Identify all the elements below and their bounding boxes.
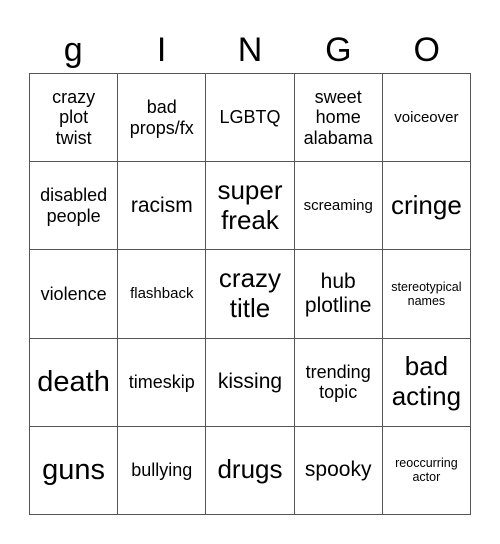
- bingo-cell[interactable]: crazy title: [206, 250, 295, 339]
- bingo-grid: crazy plot twist bad props/fx LGBTQ sweet h…: [29, 73, 471, 515]
- bingo-cell[interactable]: voiceover: [382, 74, 471, 163]
- bingo-cell[interactable]: spooky: [294, 426, 383, 515]
- bingo-cell[interactable]: cringe: [382, 162, 471, 251]
- bingo-cell-text: crazy title: [218, 263, 282, 323]
- bingo-cell-text: sweet home alabama: [303, 86, 373, 148]
- bingo-cell-text: screaming: [303, 197, 373, 215]
- bingo-cell-text: racism: [130, 193, 193, 217]
- header-letter: g: [63, 31, 83, 69]
- bingo-cell[interactable]: trending topic: [294, 338, 383, 427]
- header-letter: I: [156, 31, 167, 69]
- bingo-cell-text: trending topic: [305, 361, 371, 403]
- bingo-cell[interactable]: crazy plot twist: [30, 74, 119, 163]
- bingo-cell[interactable]: LGBTQ: [206, 74, 295, 163]
- bingo-cell-text: bad props/fx: [129, 96, 194, 138]
- bingo-cell[interactable]: stereotypical names: [382, 250, 471, 339]
- header-letter: N: [237, 31, 263, 69]
- bingo-cell-text: bad acting: [391, 351, 462, 412]
- bingo-cell-text: LGBTQ: [219, 107, 281, 128]
- bingo-cell-text: spooky: [304, 458, 372, 482]
- bingo-cell-text: flashback: [130, 285, 194, 303]
- bingo-cell[interactable]: disabled people: [30, 162, 119, 251]
- bingo-cell[interactable]: violence: [30, 250, 119, 339]
- bingo-cell-text: kissing: [217, 370, 283, 394]
- bingo-cell-text: guns: [42, 453, 106, 486]
- bingo-header: g I N G O: [29, 28, 471, 73]
- bingo-cell[interactable]: racism: [118, 162, 207, 251]
- header-letter: O: [413, 31, 440, 69]
- header-letter: G: [325, 31, 352, 69]
- bingo-cell-text: death: [37, 365, 110, 398]
- bingo-cell-text: crazy plot twist: [52, 86, 96, 148]
- bingo-cell[interactable]: reoccurring actor: [382, 426, 471, 515]
- bingo-cell-text: violence: [40, 283, 107, 304]
- bingo-cell[interactable]: timeskip: [118, 338, 207, 427]
- bingo-cell-text: drugs: [217, 454, 283, 485]
- bingo-cell[interactable]: kissing: [206, 338, 295, 427]
- bingo-cell[interactable]: bad acting: [382, 338, 471, 427]
- bingo-cell-text: hub plotline: [304, 269, 372, 317]
- bingo-cell-text: timeskip: [128, 371, 195, 392]
- bingo-cell[interactable]: death: [30, 338, 119, 427]
- bingo-cell-text: super freak: [217, 174, 283, 235]
- bingo-cell[interactable]: sweet home alabama: [294, 74, 383, 163]
- bingo-cell[interactable]: screaming: [294, 162, 383, 251]
- bingo-cell[interactable]: drugs: [206, 426, 295, 515]
- bingo-cell[interactable]: guns: [30, 426, 119, 515]
- bingo-cell[interactable]: bad props/fx: [118, 74, 207, 163]
- bingo-cell-text: voiceover: [394, 108, 459, 126]
- bingo-cell-text: cringe: [390, 189, 462, 220]
- bingo-cell[interactable]: bullying: [118, 426, 207, 515]
- bingo-cell-text: reoccurring actor: [395, 456, 458, 485]
- bingo-cell-text: bullying: [131, 460, 193, 481]
- bingo-cell[interactable]: super freak: [206, 162, 295, 251]
- bingo-cell-text: disabled people: [40, 185, 108, 226]
- bingo-cell-text: stereotypical names: [391, 279, 462, 308]
- bingo-cell[interactable]: hub plotline: [294, 250, 383, 339]
- bingo-cell[interactable]: flashback: [118, 250, 207, 339]
